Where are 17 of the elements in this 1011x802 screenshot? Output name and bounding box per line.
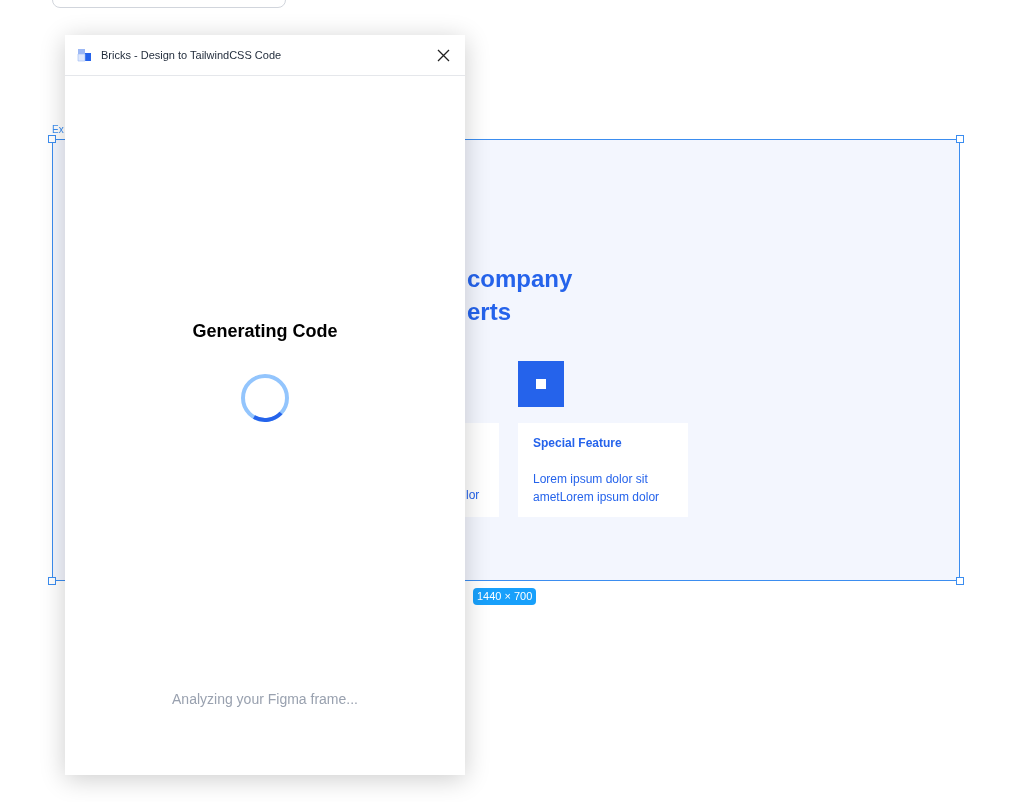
resize-handle[interactable] (956, 135, 964, 143)
resize-handle[interactable] (48, 135, 56, 143)
heading-text: company (467, 264, 573, 294)
window-title: Bricks - Design to TailwindCSS Code (101, 47, 283, 63)
status-message: Analyzing your Figma frame... (172, 690, 358, 709)
spinner-icon (240, 373, 290, 423)
status-heading: Generating Code (192, 320, 338, 343)
size-badge: 1440 × 700 (473, 588, 537, 605)
frame-label: Ex (52, 125, 64, 135)
card-text: Lorem ipsum dolor sit ametLorem ipsum dolor (533, 471, 661, 506)
feature-icon (518, 361, 564, 407)
resize-handle[interactable] (956, 577, 964, 585)
resize-handle[interactable] (48, 577, 56, 585)
card-title: Special Feature (533, 435, 623, 452)
bricks-logo-icon (77, 47, 93, 63)
card-text: lor (466, 487, 480, 504)
heading-text: erts (467, 297, 513, 327)
